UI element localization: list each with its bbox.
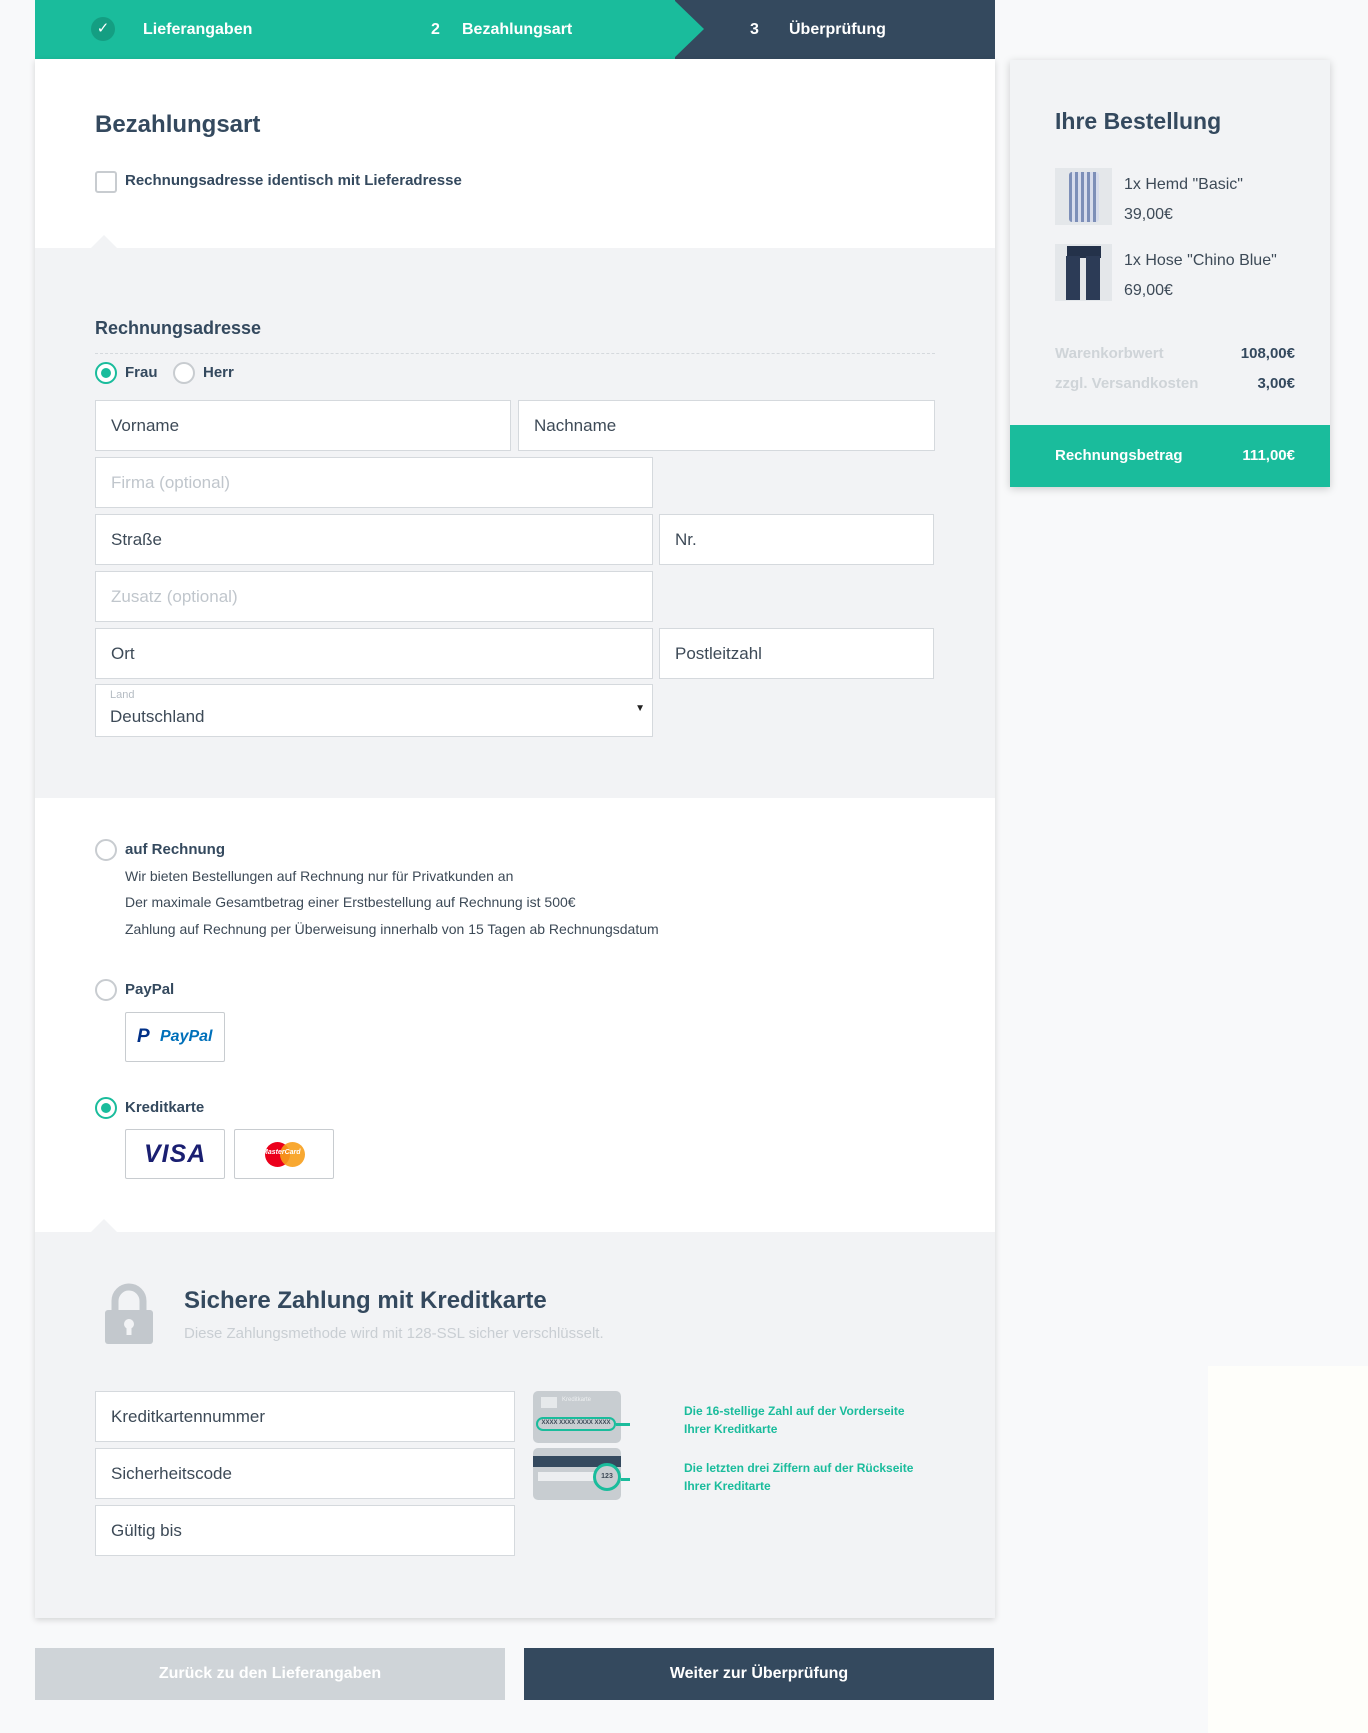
trousers-leg-right [1086, 256, 1100, 300]
connector-line [621, 1478, 630, 1481]
order-title: Ihre Bestellung [1055, 108, 1222, 134]
invoice-info-3: Zahlung auf Rechnung per Überweisung inn… [125, 921, 659, 937]
total-value: 111,00€ [1242, 447, 1295, 464]
paypal-logo[interactable]: P PayPal [125, 1012, 225, 1062]
invoice-info-1: Wir bieten Bestellungen auf Rechnung nur… [125, 868, 514, 884]
creditcard-radio[interactable] [95, 1097, 117, 1119]
checkout-stepper: ✓ Lieferangaben 2 Bezahlungsart 3 Überpr… [35, 0, 995, 59]
total-bar: Rechnungsbetrag 111,00€ [1010, 425, 1330, 487]
secure-title: Sichere Zahlung mit Kreditkarte [184, 1287, 547, 1314]
invoice-radio[interactable] [95, 839, 117, 861]
order-summary: Ihre Bestellung 1x Hemd "Basic" 39,00€ 1… [1010, 60, 1330, 487]
trousers-leg-left [1066, 256, 1080, 300]
paypal-label: PayPal [125, 981, 175, 998]
subtotal-label: Warenkorbwert [1055, 345, 1164, 362]
paypal-icon: P [137, 1026, 150, 1047]
shirt-thumbnail [1055, 168, 1112, 225]
company-field[interactable]: Firma (optional) [95, 457, 653, 508]
visa-text: VISA [144, 1140, 207, 1168]
divider [95, 353, 935, 354]
connector-line [616, 1423, 630, 1426]
paypal-radio[interactable] [95, 979, 117, 1001]
same-address-label: Rechnungsadresse identisch mit Lieferadr… [125, 172, 462, 189]
city-field[interactable]: Ort [95, 628, 653, 679]
secure-subtitle: Diese Zahlungsmethode wird mit 128-SSL s… [184, 1325, 604, 1342]
chip-icon [541, 1397, 557, 1408]
card-number-hint: Die 16-stellige Zahl auf der Vorderseite… [684, 1402, 905, 1438]
lock-icon [105, 1283, 153, 1344]
salutation-frau-radio[interactable] [95, 362, 117, 384]
total-label: Rechnungsbetrag [1055, 447, 1183, 464]
payment-card: Bezahlungsart Rechnungsadresse identisch… [35, 59, 995, 1618]
hint-2-line-2: Ihrer Kreditarte [684, 1479, 771, 1493]
hint-2-line-1: Die letzten drei Ziffern auf der Rücksei… [684, 1461, 914, 1475]
first-name-field[interactable]: Vorname [95, 400, 511, 451]
section-notch [91, 235, 117, 248]
shipping-value: 3,00€ [1257, 375, 1295, 392]
invoice-label: auf Rechnung [125, 841, 225, 858]
shipping-label: zzgl. Versandkosten [1055, 375, 1199, 392]
billing-title: Rechnungsadresse [95, 318, 262, 338]
card-front-digits: XXXX XXXX XXXX XXXX [536, 1417, 616, 1431]
order-item-name: 1x Hemd "Basic" [1124, 176, 1243, 193]
address-addition-field[interactable]: Zusatz (optional) [95, 571, 653, 622]
trousers-thumbnail [1055, 244, 1112, 301]
postal-code-field[interactable]: Postleitzahl [659, 628, 934, 679]
payment-title: Bezahlungsart [95, 111, 261, 138]
subtotal-value: 108,00€ [1240, 345, 1295, 362]
order-item-price: 39,00€ [1124, 206, 1173, 223]
creditcard-label: Kreditkarte [125, 1099, 205, 1116]
order-item-price: 69,00€ [1124, 282, 1173, 299]
check-icon: ✓ [91, 17, 115, 41]
signature-strip [538, 1472, 598, 1481]
visa-logo[interactable]: VISA [125, 1129, 225, 1179]
secure-payment-section: Sichere Zahlung mit Kreditkarte Diese Za… [35, 1232, 995, 1618]
card-front-illustration: Kreditkarte XXXX XXXX XXXX XXXX [533, 1391, 621, 1443]
back-button[interactable]: Zurück zu den Lieferangaben [35, 1648, 505, 1700]
mastercard-text: MasterCard [262, 1149, 301, 1156]
last-name-field[interactable]: Nachname [518, 400, 935, 451]
invoice-info-2: Der maximale Gesamtbetrag einer Erstbest… [125, 894, 576, 910]
background-panel [1208, 1366, 1368, 1733]
hint-1-line-1: Die 16-stellige Zahl auf der Vorderseite [684, 1404, 905, 1418]
salutation-herr-label: Herr [203, 364, 234, 381]
card-back-digits: 123 [593, 1463, 621, 1491]
chevron-down-icon: ▼ [635, 703, 645, 714]
salutation-herr-radio[interactable] [173, 362, 195, 384]
step-2-label: Bezahlungsart [462, 21, 573, 38]
card-back-illustration: 123 [533, 1448, 621, 1500]
valid-until-field[interactable]: Gültig bis [95, 1505, 515, 1556]
country-value: Deutschland [110, 707, 205, 726]
country-label: Land [110, 689, 135, 701]
paypal-logo-text: PayPal [160, 1028, 213, 1045]
hint-1-line-2: Ihrer Kreditkarte [684, 1422, 778, 1436]
step-1-label[interactable]: Lieferangaben [143, 0, 252, 59]
street-field[interactable]: Straße [95, 514, 653, 565]
step-3-number: 3 [750, 21, 759, 38]
billing-address-section: Rechnungsadresse Frau Herr Vorname Nachn… [35, 248, 995, 798]
step-3-label: Überprüfung [789, 21, 886, 38]
card-number-field[interactable]: Kreditkartennummer [95, 1391, 515, 1442]
house-number-field[interactable]: Nr. [659, 514, 934, 565]
shirt-icon [1069, 172, 1099, 222]
order-item-name: 1x Hose "Chino Blue" [1124, 252, 1277, 269]
security-code-hint: Die letzten drei Ziffern auf der Rücksei… [684, 1459, 913, 1495]
section-notch-2 [91, 1219, 117, 1232]
next-button[interactable]: Weiter zur Überprüfung [524, 1648, 994, 1700]
salutation-frau-label: Frau [125, 364, 158, 381]
mastercard-logo[interactable]: MasterCard [234, 1129, 334, 1179]
card-front-label: Kreditkarte [562, 1397, 592, 1403]
step-2-number: 2 [431, 21, 440, 38]
security-code-field[interactable]: Sicherheitscode [95, 1448, 515, 1499]
country-select[interactable]: Land Deutschland ▼ [95, 684, 653, 737]
same-address-checkbox[interactable] [95, 171, 117, 193]
